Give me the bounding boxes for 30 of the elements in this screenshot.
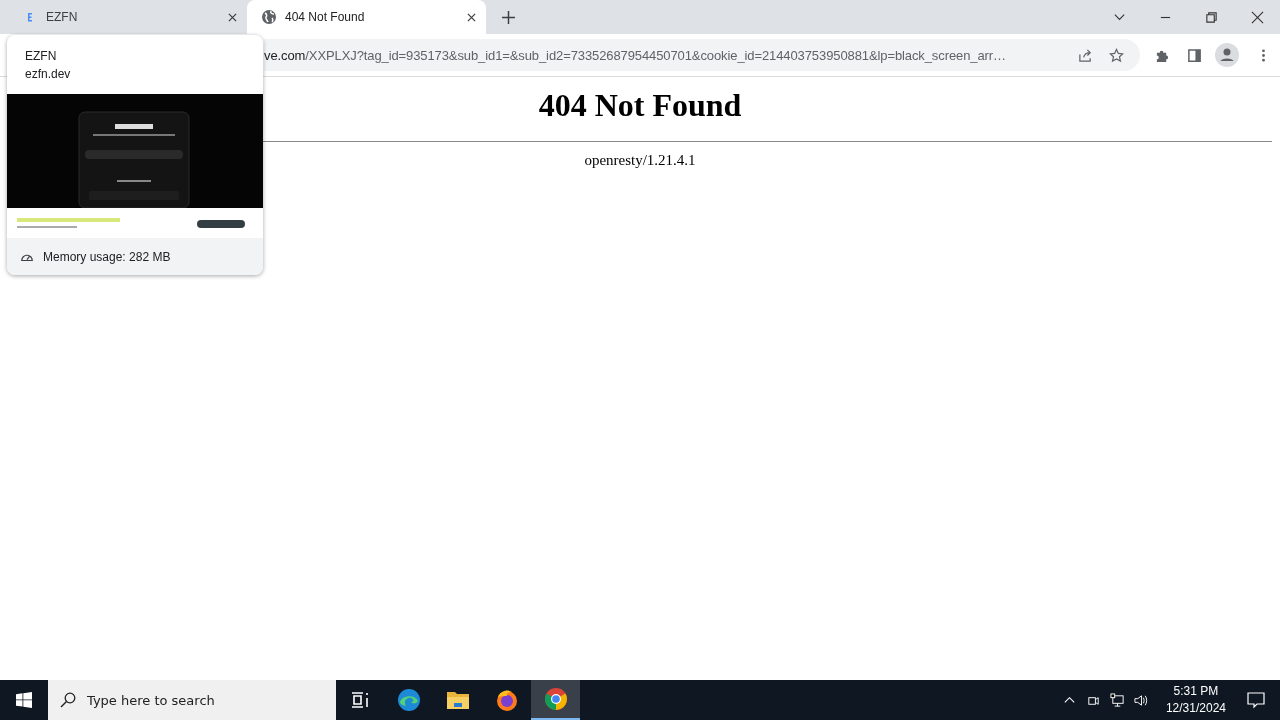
clock-date[interactable]: 12/31/2024: [1165, 700, 1226, 717]
search-icon: [60, 692, 76, 708]
restore-icon[interactable]: [1205, 10, 1218, 24]
taskbar-search-field[interactable]: Type here to search: [48, 680, 336, 720]
close-icon[interactable]: [228, 12, 237, 22]
profile-icon[interactable]: [1215, 43, 1239, 67]
new-tab-icon[interactable]: [502, 10, 515, 24]
windows-start-icon[interactable]: [16, 692, 32, 708]
browser-tab[interactable]: EZFN: [8, 0, 247, 34]
globe-icon: [261, 9, 277, 25]
share-icon[interactable]: [1078, 47, 1093, 63]
card-title: EZFN: [25, 48, 58, 63]
notification-icon[interactable]: [1246, 690, 1266, 710]
browser-tab[interactable]: 404 Not Found: [247, 0, 486, 34]
close-icon[interactable]: [1251, 10, 1264, 24]
chrome-icon: [543, 687, 568, 711]
address-bar[interactable]: ve.com/XXPLXJ?tag_id=935173&sub_id1=&sub_id2=73352687954450701&cookie_id=214403753950881&lp=black_screen_arr…: [264, 39, 1140, 71]
network-icon[interactable]: [1109, 692, 1125, 708]
clock-time[interactable]: 5:31 PM: [1173, 683, 1219, 700]
memory-usage: Memory usage: 282 MB: [43, 249, 171, 264]
card-domain: ezfn.dev: [25, 66, 72, 81]
volume-icon[interactable]: [1133, 692, 1149, 708]
chrome-taskbar-button[interactable]: [531, 680, 580, 720]
server-signature: openresty/1.21.4.1: [584, 152, 696, 168]
close-icon[interactable]: [467, 12, 476, 22]
edge-icon: [396, 688, 421, 712]
side-panel-icon[interactable]: [1187, 47, 1202, 63]
star-icon[interactable]: [1109, 47, 1124, 63]
page-heading: 404 Not Found: [537, 87, 743, 124]
firefox-icon: [494, 688, 519, 712]
